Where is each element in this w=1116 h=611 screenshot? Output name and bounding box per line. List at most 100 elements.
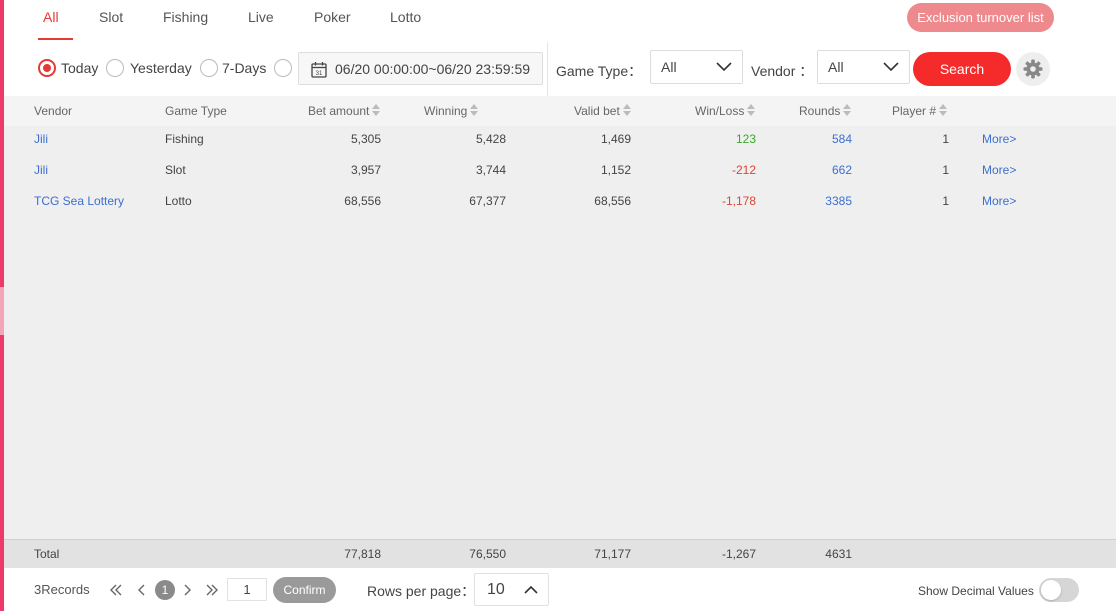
table-header: Vendor Game Type Bet amount Winning Vali… — [4, 96, 1116, 126]
header-win-loss[interactable]: Win/Loss — [695, 104, 756, 118]
game-type-label: Game Type： — [556, 63, 643, 79]
rounds-link[interactable]: 584 — [832, 132, 852, 146]
radio-custom-range[interactable] — [274, 59, 292, 77]
show-decimal-label: Show Decimal Values — [918, 584, 1034, 598]
winning-cell: 3,744 — [475, 163, 506, 177]
game-type-select[interactable]: All — [650, 50, 743, 84]
prev-page-icon[interactable] — [137, 584, 145, 596]
settings-button[interactable] — [1016, 52, 1050, 86]
confirm-button[interactable]: Confirm — [273, 577, 336, 603]
radio-yesterday-label[interactable]: Yesterday — [130, 60, 192, 76]
data-table: Vendor Game Type Bet amount Winning Vali… — [4, 96, 1116, 539]
date-range-value: 06/20 00:00:00~06/20 23:59:59 — [335, 61, 531, 77]
more-link[interactable]: More> — [982, 132, 1016, 146]
page-number-input[interactable]: 1 — [227, 578, 267, 601]
game-type-select-value: All — [661, 59, 677, 75]
game-type-cell: Fishing — [165, 132, 204, 146]
player-count-cell: 1 — [942, 163, 949, 177]
radio-today[interactable] — [38, 59, 56, 77]
next-page-icon[interactable] — [184, 584, 192, 596]
last-page-icon[interactable] — [206, 584, 218, 596]
total-rounds: 4631 — [825, 547, 852, 561]
svg-text:31: 31 — [316, 71, 323, 77]
win-loss-cell: -1,178 — [721, 194, 756, 208]
vendor-select-value: All — [828, 59, 844, 75]
tab-lotto[interactable]: Lotto — [390, 9, 421, 25]
show-decimal-toggle[interactable] — [1039, 578, 1079, 602]
header-win-loss-label: Win/Loss — [695, 104, 745, 118]
player-count-cell: 1 — [942, 194, 949, 208]
valid-bet-cell: 1,152 — [600, 163, 631, 177]
win-loss-cell: -212 — [731, 163, 756, 177]
vendor-label: Vendor ： — [751, 63, 814, 79]
sort-icon — [843, 104, 852, 116]
total-winning: 76,550 — [469, 547, 506, 561]
winning-cell: 5,428 — [475, 132, 506, 146]
sort-icon — [372, 104, 381, 116]
table-row: Jili Slot 3,957 3,744 1,152 -212 662 1 M… — [4, 155, 1116, 186]
vendor-link[interactable]: TCG Sea Lottery — [34, 194, 124, 208]
valid-bet-cell: 68,556 — [594, 194, 631, 208]
date-range-picker[interactable]: 31 06/20 00:00:00~06/20 23:59:59 — [298, 52, 543, 85]
pagination-bar: 3Records 1 1 Confirm Rows per page： 10 S… — [4, 568, 1116, 611]
header-winning-label: Winning — [424, 104, 468, 118]
bet-amount-cell: 68,556 — [344, 194, 381, 208]
gear-icon — [1023, 59, 1043, 79]
sort-icon — [622, 104, 631, 116]
rounds-link[interactable]: 662 — [832, 163, 852, 177]
header-rounds-label: Rounds — [799, 104, 841, 118]
exclusion-turnover-button[interactable]: Exclusion turnover list — [907, 3, 1054, 32]
table-row: Jili Fishing 5,305 5,428 1,469 123 584 1… — [4, 124, 1116, 155]
total-row: Total 77,818 76,550 71,177 -1,267 4631 — [4, 539, 1116, 568]
win-loss-cell: 123 — [735, 132, 756, 146]
header-bet-amount-label: Bet amount — [308, 104, 370, 118]
radio-7-days[interactable] — [200, 59, 218, 77]
chevron-down-icon — [716, 62, 732, 72]
search-button[interactable]: Search — [913, 52, 1011, 86]
header-player-count-label: Player # — [892, 104, 937, 118]
header-valid-bet[interactable]: Valid bet — [574, 104, 631, 118]
header-bet-amount[interactable]: Bet amount — [308, 104, 381, 118]
header-rounds[interactable]: Rounds — [799, 104, 852, 118]
total-valid-bet: 71,177 — [594, 547, 631, 561]
calendar-icon: 31 — [311, 62, 327, 78]
header-game-type: Game Type — [165, 104, 227, 118]
sort-icon — [747, 104, 756, 116]
header-winning[interactable]: Winning — [424, 104, 479, 118]
winning-cell: 67,377 — [469, 194, 506, 208]
tab-fishing[interactable]: Fishing — [163, 9, 208, 25]
header-vendor: Vendor — [34, 104, 73, 118]
more-link[interactable]: More> — [982, 163, 1016, 177]
table-row: TCG Sea Lottery Lotto 68,556 67,377 68,5… — [4, 186, 1116, 217]
vendor-select[interactable]: All — [817, 50, 910, 84]
bet-amount-cell: 5,305 — [350, 132, 381, 146]
filter-bar: Today Yesterday 7-Days 31 06/20 00:00:00… — [4, 42, 1116, 96]
sort-icon — [470, 104, 479, 116]
first-page-icon[interactable] — [110, 584, 122, 596]
tab-live[interactable]: Live — [248, 9, 274, 25]
radio-7-days-label[interactable]: 7-Days — [222, 60, 266, 76]
radio-today-label[interactable]: Today — [61, 60, 98, 76]
rounds-link[interactable]: 3385 — [825, 194, 852, 208]
more-link[interactable]: More> — [982, 194, 1016, 208]
radio-yesterday[interactable] — [106, 59, 124, 77]
filter-divider — [547, 42, 548, 96]
page-1-button[interactable]: 1 — [155, 580, 175, 600]
rows-per-page-select[interactable]: 10 — [474, 573, 549, 606]
vendor-link[interactable]: Jili — [34, 132, 48, 146]
header-player-count[interactable]: Player # — [892, 104, 948, 118]
vendor-link[interactable]: Jili — [34, 163, 48, 177]
bet-amount-cell: 3,957 — [350, 163, 381, 177]
game-type-cell: Slot — [165, 163, 186, 177]
rows-per-page-label: Rows per page： — [367, 583, 476, 599]
header-valid-bet-label: Valid bet — [574, 104, 620, 118]
total-label: Total — [34, 547, 60, 561]
tab-all[interactable]: All — [43, 9, 59, 25]
player-count-cell: 1 — [942, 132, 949, 146]
rows-per-page-value: 10 — [487, 581, 505, 598]
records-count: 3Records — [34, 582, 90, 597]
tab-slot[interactable]: Slot — [99, 9, 123, 25]
game-type-cell: Lotto — [165, 194, 192, 208]
tab-poker[interactable]: Poker — [314, 9, 351, 25]
total-win-loss: -1,267 — [721, 547, 756, 561]
